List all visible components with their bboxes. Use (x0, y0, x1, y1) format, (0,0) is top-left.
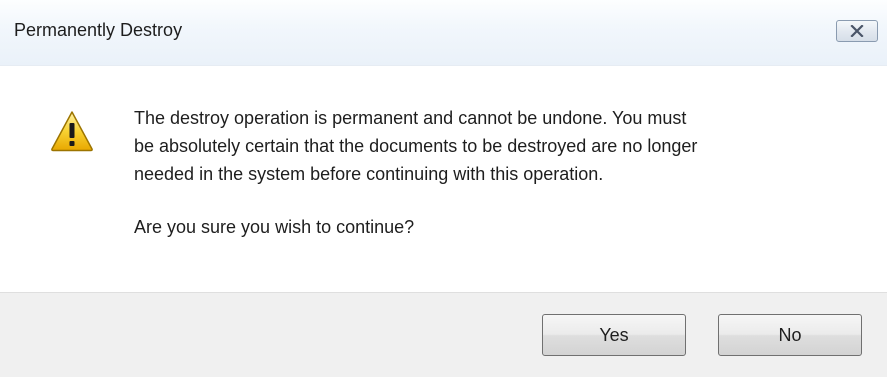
message-line: be absolutely certain that the documents… (134, 136, 698, 156)
yes-button[interactable]: Yes (542, 314, 686, 356)
dialog-message: The destroy operation is permanent and c… (134, 104, 854, 241)
no-button[interactable]: No (718, 314, 862, 356)
dialog-window: Permanently Destroy The destroy operatio… (0, 0, 887, 377)
button-bar: Yes No (0, 292, 887, 377)
warning-icon (51, 111, 93, 152)
message-line: The destroy operation is permanent and c… (134, 108, 687, 128)
title-bar[interactable]: Permanently Destroy (0, 0, 887, 66)
window-title: Permanently Destroy (14, 20, 183, 40)
confirmation-question: Are you sure you wish to continue? (134, 217, 415, 237)
dialog-content: The destroy operation is permanent and c… (0, 66, 887, 292)
close-button[interactable] (836, 20, 878, 42)
close-icon (850, 25, 864, 37)
message-line: needed in the system before continuing w… (134, 164, 604, 184)
